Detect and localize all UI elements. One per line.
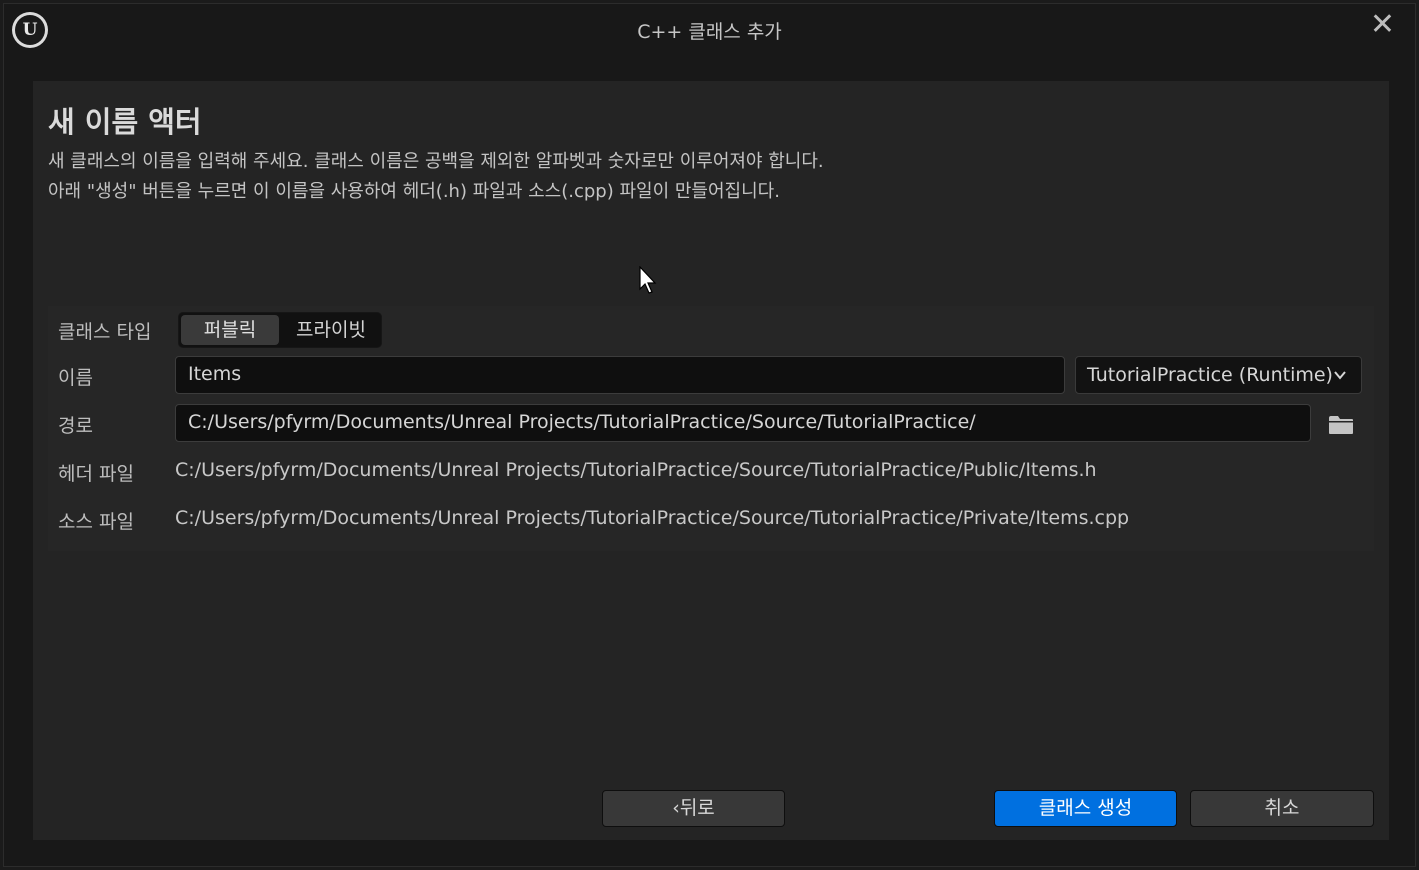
- class-type-label: 클래스 타입: [58, 321, 152, 343]
- description: 새 클래스의 이름을 입력해 주세요. 클래스 이름은 공백을 제외한 알파벳과…: [48, 147, 824, 207]
- source-file-path: C:/Users/pfyrm/Documents/Unreal Projects…: [175, 507, 1130, 529]
- dialog-window: U C++ 클래스 추가 ✕ 새 이름 액터 새 클래스의 이름을 입력해 주세…: [3, 3, 1416, 867]
- path-input[interactable]: C:/Users/pfyrm/Documents/Unreal Projects…: [175, 404, 1311, 442]
- class-form: 클래스 타입 퍼블릭 프라이빗 이름 Items TutorialPractic…: [48, 306, 1374, 551]
- title-bar[interactable]: U C++ 클래스 추가 ✕: [4, 4, 1415, 56]
- header-file-path: C:/Users/pfyrm/Documents/Unreal Projects…: [175, 459, 1097, 481]
- path-label: 경로: [58, 415, 93, 437]
- name-label: 이름: [58, 367, 93, 389]
- back-button[interactable]: ‹뒤로: [602, 790, 785, 827]
- description-line-2: 아래 "생성" 버튼을 누르면 이 이름을 사용하여 헤더(.h) 파일과 소스…: [48, 181, 780, 202]
- name-input[interactable]: Items: [175, 356, 1065, 394]
- class-type-public-button[interactable]: 퍼블릭: [181, 315, 279, 345]
- class-type-private-button[interactable]: 프라이빗: [283, 315, 379, 345]
- close-icon: ✕: [1369, 7, 1395, 42]
- folder-icon[interactable]: [1328, 415, 1354, 435]
- chevron-left-icon: ‹: [672, 797, 680, 819]
- window-title: C++ 클래스 추가: [637, 21, 782, 43]
- module-dropdown-value: TutorialPractice (Runtime): [1087, 364, 1333, 386]
- content-panel: 새 이름 액터 새 클래스의 이름을 입력해 주세요. 클래스 이름은 공백을 …: [33, 81, 1389, 840]
- header-file-label: 헤더 파일: [58, 463, 134, 485]
- description-line-1: 새 클래스의 이름을 입력해 주세요. 클래스 이름은 공백을 제외한 알파벳과…: [48, 151, 824, 172]
- source-file-label: 소스 파일: [58, 511, 134, 533]
- class-type-toggle: 퍼블릭 프라이빗: [178, 312, 382, 348]
- mouse-cursor-icon: [639, 266, 657, 294]
- module-dropdown[interactable]: TutorialPractice (Runtime): [1075, 356, 1362, 394]
- cancel-button[interactable]: 취소: [1190, 790, 1374, 827]
- back-button-label: 뒤로: [679, 797, 715, 819]
- page-title: 새 이름 액터: [48, 105, 202, 139]
- chevron-down-icon: [1334, 371, 1346, 380]
- create-class-button[interactable]: 클래스 생성: [994, 790, 1177, 827]
- close-button[interactable]: ✕: [1370, 10, 1395, 40]
